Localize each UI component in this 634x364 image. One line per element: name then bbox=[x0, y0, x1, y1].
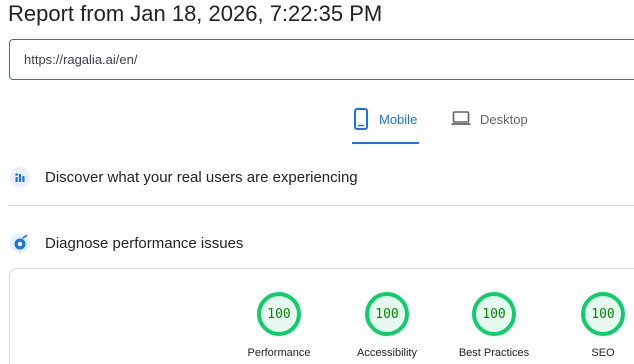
seo-score-value: 100 bbox=[591, 306, 615, 322]
best-practices-score-label: Best Practices bbox=[458, 347, 530, 359]
tab-desktop-label: Desktop bbox=[480, 112, 528, 127]
accessibility-score-gauge[interactable]: 100 bbox=[365, 292, 409, 336]
seo-score-label: SEO bbox=[591, 347, 615, 359]
accessibility-score-label: Accessibility bbox=[357, 347, 417, 359]
best-practices-score-gauge[interactable]: 100 bbox=[472, 292, 516, 336]
accessibility-score-value: 100 bbox=[375, 306, 399, 322]
tab-mobile-label: Mobile bbox=[379, 112, 418, 127]
diagnose-section-title: Diagnose performance issues bbox=[45, 234, 244, 252]
lighthouse-icon bbox=[9, 232, 31, 254]
section-divider bbox=[9, 205, 634, 206]
performance-score-label: Performance bbox=[247, 347, 311, 359]
best-practices-score-value: 100 bbox=[482, 306, 506, 322]
discover-section-title: Discover what your real users are experi… bbox=[45, 168, 358, 186]
page: Report from Jan 18, 2026, 7:22:35 PM htt… bbox=[0, 0, 634, 364]
tab-mobile[interactable]: Mobile bbox=[352, 108, 419, 144]
diagnose-section-header[interactable]: Diagnose performance issues bbox=[9, 232, 243, 254]
url-value: https://ragalia.ai/en/ bbox=[24, 52, 138, 67]
users-experience-icon bbox=[9, 166, 31, 188]
seo-score-gauge[interactable]: 100 bbox=[581, 292, 625, 336]
performance-score-gauge[interactable]: 100 bbox=[257, 292, 301, 336]
report-title: Report from Jan 18, 2026, 7:22:35 PM bbox=[8, 1, 383, 26]
discover-section-header[interactable]: Discover what your real users are experi… bbox=[9, 166, 358, 188]
url-input[interactable]: https://ragalia.ai/en/ bbox=[9, 39, 634, 80]
performance-score-value: 100 bbox=[267, 306, 291, 322]
tab-desktop[interactable]: Desktop bbox=[451, 108, 533, 142]
laptop-icon bbox=[451, 108, 471, 128]
smartphone-icon bbox=[352, 108, 370, 130]
